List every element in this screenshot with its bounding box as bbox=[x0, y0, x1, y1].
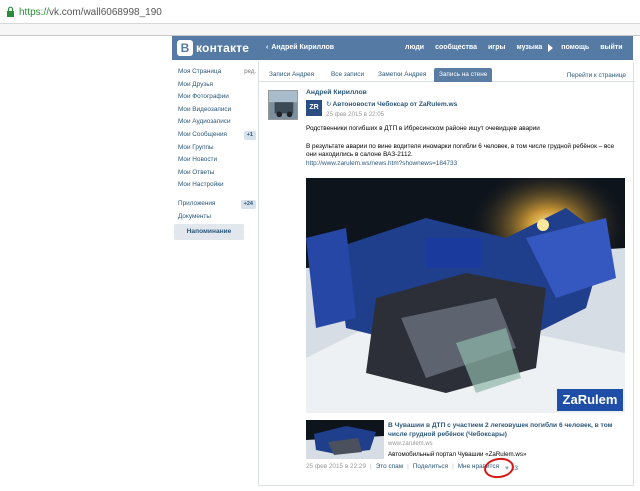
nav-people[interactable]: люди bbox=[405, 44, 424, 52]
wall-tabs: Записи Андрея Все записи Заметки Андрея … bbox=[259, 66, 635, 82]
tab-wall-post[interactable]: Запись на стене bbox=[434, 68, 493, 82]
link-card-title[interactable]: В Чувашии в ДТП с участием 2 легковушек … bbox=[388, 421, 628, 439]
nav-music[interactable]: музыка bbox=[516, 44, 542, 52]
menu-friends[interactable]: Мои Друзья bbox=[178, 79, 256, 92]
photo-watermark: ZaRulem bbox=[557, 389, 623, 411]
post-headline: Родственники погибших в ДТП в Ибресинско… bbox=[306, 125, 540, 132]
author-avatar[interactable] bbox=[268, 90, 298, 120]
post-photo[interactable]: ZaRulem bbox=[306, 178, 625, 413]
link-card-thumbnail[interactable] bbox=[306, 420, 384, 459]
site-header: В контакте ‹ Андрей Кириллов люди сообщес… bbox=[172, 36, 633, 60]
left-menu: Моя Страница ред. Мои Друзья Мои Фотограф… bbox=[178, 66, 256, 223]
nav-help[interactable]: помощь bbox=[561, 44, 589, 52]
menu-groups[interactable]: Мои Группы bbox=[178, 142, 256, 155]
repost-arrow-icon: ↻ bbox=[326, 101, 332, 108]
link-card-description: Автомобильный портал Чувашии «ZaRulem.ws… bbox=[388, 451, 527, 458]
reminder-button[interactable]: Напоминание bbox=[174, 224, 244, 240]
vk-logo[interactable]: В контакте bbox=[177, 40, 249, 56]
menu-photos[interactable]: Мои Фотографии bbox=[178, 91, 256, 104]
post-body: В результате аварии по вине водителя ино… bbox=[306, 143, 626, 168]
menu-audio[interactable]: Мои Аудиозаписи bbox=[178, 116, 256, 129]
tab-all-posts[interactable]: Все записи bbox=[326, 69, 369, 81]
nav-communities[interactable]: сообщества bbox=[435, 44, 477, 52]
header-user-name[interactable]: ‹ Андрей Кириллов bbox=[266, 44, 334, 51]
repost-date: 25 фев 2015 в 22:05 bbox=[326, 111, 385, 118]
link-thumbnail-image bbox=[306, 420, 384, 459]
repost-source-icon[interactable]: ZR bbox=[306, 100, 322, 116]
messages-badge: +1 bbox=[243, 130, 256, 140]
post-link[interactable]: http://www.zarulem.ws/news.htm?shownews=… bbox=[306, 160, 626, 168]
menu-videos[interactable]: Мои Видеозаписи bbox=[178, 104, 256, 117]
menu-documents[interactable]: Документы bbox=[178, 211, 256, 224]
lock-icon bbox=[7, 6, 14, 17]
menu-my-page[interactable]: Моя Страница ред. bbox=[178, 66, 256, 79]
menu-messages[interactable]: Мои Сообщения +1 bbox=[178, 129, 256, 142]
crash-photo-image bbox=[306, 178, 625, 413]
menu-settings[interactable]: Мои Настройки bbox=[178, 179, 256, 192]
logo-text: контакте bbox=[196, 41, 250, 55]
menu-answers[interactable]: Мои Ответы bbox=[178, 167, 256, 180]
url-text: https://vk.com/wall6068998_190 bbox=[19, 7, 162, 18]
logo-mark: В bbox=[177, 40, 193, 56]
apps-badge: +24 bbox=[240, 199, 256, 209]
tab-andrey-posts[interactable]: Записи Андрея bbox=[264, 69, 319, 81]
play-icon[interactable] bbox=[548, 44, 554, 52]
nav-logout[interactable]: выйти bbox=[600, 44, 622, 52]
report-spam-link[interactable]: Это спам bbox=[376, 463, 403, 473]
chevron-left-icon: ‹ bbox=[266, 44, 269, 51]
repost-source[interactable]: ↻Автоновости Чебоксар от ZaRulem.ws bbox=[326, 100, 457, 108]
menu-apps[interactable]: Приложения +24 bbox=[178, 198, 256, 211]
nav-games[interactable]: игры bbox=[488, 44, 505, 52]
goto-page-link[interactable]: Перейти к странице bbox=[567, 72, 626, 79]
address-bar[interactable]: https://vk.com/wall6068998_190 bbox=[0, 0, 640, 24]
post-author[interactable]: Андрей Кириллов bbox=[306, 89, 367, 96]
share-link[interactable]: Поделиться bbox=[413, 463, 448, 473]
link-card-domain[interactable]: www.zarulem.ws bbox=[388, 441, 433, 447]
post-date[interactable]: 25 фев 2015 в 22:29 bbox=[306, 463, 366, 473]
tab-andrey-notes[interactable]: Заметки Андрея bbox=[373, 69, 431, 81]
bookmarks-bar bbox=[0, 24, 640, 36]
header-nav: люди сообщества игры музыка помощь выйти bbox=[405, 44, 623, 52]
menu-edit-link[interactable]: ред. bbox=[244, 66, 256, 79]
menu-news[interactable]: Мои Новости bbox=[178, 154, 256, 167]
